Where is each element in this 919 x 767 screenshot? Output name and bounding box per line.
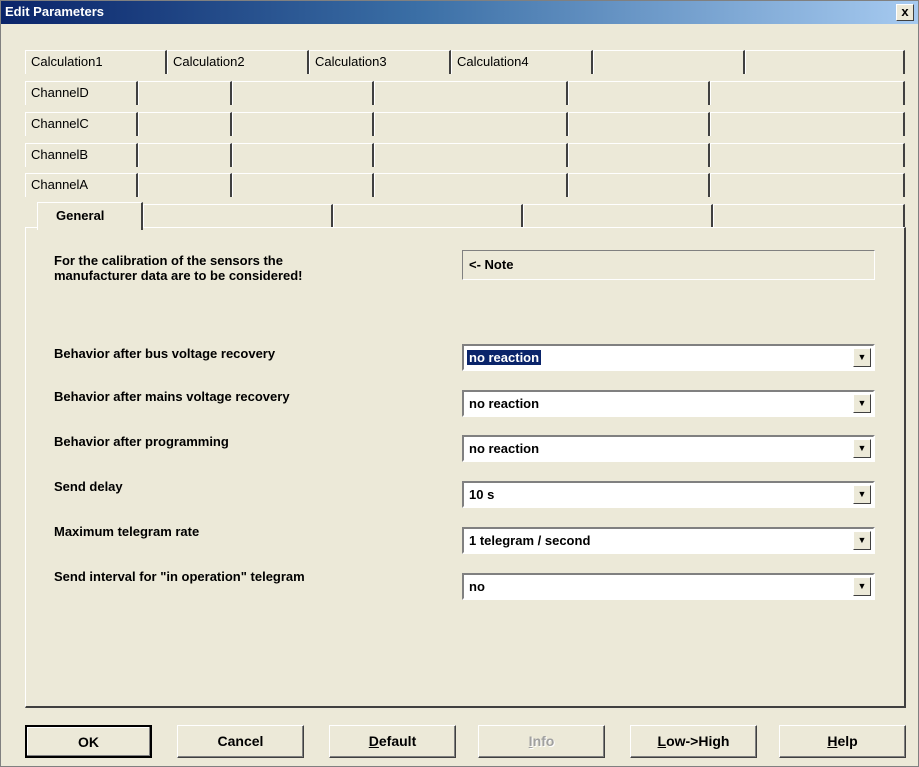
tab-channelc-empty-1[interactable]	[138, 112, 232, 136]
calibration-note-text: For the calibration of the sensors the m…	[54, 253, 394, 283]
tab-general-empty-1[interactable]	[143, 204, 333, 228]
select-value: no reaction	[467, 350, 542, 365]
select-bus-voltage[interactable]: no reaction ▼	[462, 344, 875, 371]
tab-row-channelc: ChannelC	[25, 112, 905, 136]
tab-channelb-empty-1[interactable]	[138, 143, 232, 167]
tab-channela-empty-5[interactable]	[710, 173, 905, 197]
param-label-send-delay: Send delay	[54, 479, 123, 494]
tab-channela-empty-2[interactable]	[232, 173, 374, 197]
low-high-button[interactable]: Low->High	[630, 725, 757, 758]
edit-parameters-dialog: Edit Parameters x Calculation1 Calculati…	[0, 0, 919, 767]
chevron-down-icon[interactable]: ▼	[853, 485, 871, 504]
select-value: no	[469, 579, 485, 594]
default-button[interactable]: Default	[329, 725, 456, 758]
select-send-delay[interactable]: 10 s ▼	[462, 481, 875, 508]
chevron-down-icon[interactable]: ▼	[853, 531, 871, 550]
help-button[interactable]: Help	[779, 725, 906, 758]
tab-calculation4[interactable]: Calculation4	[451, 50, 593, 74]
tab-channelc-empty-5[interactable]	[710, 112, 905, 136]
lowhigh-accel-key: L	[657, 733, 667, 749]
tab-row-channela: ChannelA	[25, 173, 905, 197]
note-box: <- Note	[462, 250, 875, 280]
select-telegram-rate[interactable]: 1 telegram / second ▼	[462, 527, 875, 554]
tab-channela-empty-1[interactable]	[138, 173, 232, 197]
tab-calculation2[interactable]: Calculation2	[167, 50, 309, 74]
close-button[interactable]: x	[896, 4, 914, 21]
tab-row-channelb: ChannelB	[25, 143, 905, 167]
tab-channeld[interactable]: ChannelD	[25, 81, 138, 105]
tab-channelc-empty-3[interactable]	[374, 112, 568, 136]
tab-channelb-empty-5[interactable]	[710, 143, 905, 167]
info-button[interactable]: Info	[478, 725, 605, 758]
tab-channeld-empty-4[interactable]	[568, 81, 710, 105]
chevron-down-icon[interactable]: ▼	[853, 577, 871, 596]
tab-channeld-empty-2[interactable]	[232, 81, 374, 105]
close-icon: x	[901, 4, 909, 19]
tab-channelb[interactable]: ChannelB	[25, 143, 138, 167]
select-value: no reaction	[469, 396, 540, 411]
ok-button[interactable]: OK	[25, 725, 152, 758]
param-label-mains-voltage: Behavior after mains voltage recovery	[54, 389, 290, 404]
tab-general-empty-3[interactable]	[523, 204, 713, 228]
param-label-telegram-rate: Maximum telegram rate	[54, 524, 200, 539]
param-label-programming: Behavior after programming	[54, 434, 229, 449]
tab-row-calculation: Calculation1 Calculation2 Calculation3 C…	[25, 50, 905, 74]
tab-channelc-empty-2[interactable]	[232, 112, 374, 136]
tab-channelb-empty-4[interactable]	[568, 143, 710, 167]
tab-general-empty-2[interactable]	[333, 204, 523, 228]
tab-channeld-empty-1[interactable]	[138, 81, 232, 105]
window-title: Edit Parameters	[5, 4, 104, 19]
tab-calculation1[interactable]: Calculation1	[25, 50, 167, 74]
tab-general-empty-4[interactable]	[713, 204, 905, 228]
tab-row-channeld: ChannelD	[25, 81, 905, 105]
tab-channela[interactable]: ChannelA	[25, 173, 138, 197]
param-label-bus-voltage: Behavior after bus voltage recovery	[54, 346, 276, 361]
tab-channeld-empty-3[interactable]	[374, 81, 568, 105]
select-mains-voltage[interactable]: no reaction ▼	[462, 390, 875, 417]
select-value: no reaction	[469, 441, 540, 456]
select-operation-interval[interactable]: no ▼	[462, 573, 875, 600]
tab-channela-empty-3[interactable]	[374, 173, 568, 197]
title-bar[interactable]: Edit Parameters x	[1, 1, 918, 24]
select-programming[interactable]: no reaction ▼	[462, 435, 875, 462]
tab-calculation-empty-2[interactable]	[745, 50, 905, 74]
help-accel-key: H	[827, 733, 838, 749]
tab-channeld-empty-5[interactable]	[710, 81, 905, 105]
tab-channelb-empty-3[interactable]	[374, 143, 568, 167]
chevron-down-icon[interactable]: ▼	[853, 394, 871, 413]
cancel-button[interactable]: Cancel	[177, 725, 304, 758]
tab-channelb-empty-2[interactable]	[232, 143, 374, 167]
tab-general[interactable]: General	[37, 202, 143, 230]
tab-calculation-empty-1[interactable]	[593, 50, 745, 74]
general-panel	[25, 227, 906, 708]
tab-channelc[interactable]: ChannelC	[25, 112, 138, 136]
tab-row-general: General	[25, 202, 905, 230]
select-value: 1 telegram / second	[469, 533, 591, 548]
note-line-1: For the calibration of the sensors the	[54, 253, 283, 268]
chevron-down-icon[interactable]: ▼	[853, 439, 871, 458]
note-line-2: manufacturer data are to be considered!	[54, 268, 303, 283]
tab-channela-empty-4[interactable]	[568, 173, 710, 197]
chevron-down-icon[interactable]: ▼	[853, 348, 871, 367]
select-value: 10 s	[469, 487, 495, 502]
tab-channelc-empty-4[interactable]	[568, 112, 710, 136]
default-accel-key: D	[368, 733, 379, 749]
param-label-operation-interval: Send interval for "in operation" telegra…	[54, 569, 305, 584]
tab-calculation3[interactable]: Calculation3	[309, 50, 451, 74]
